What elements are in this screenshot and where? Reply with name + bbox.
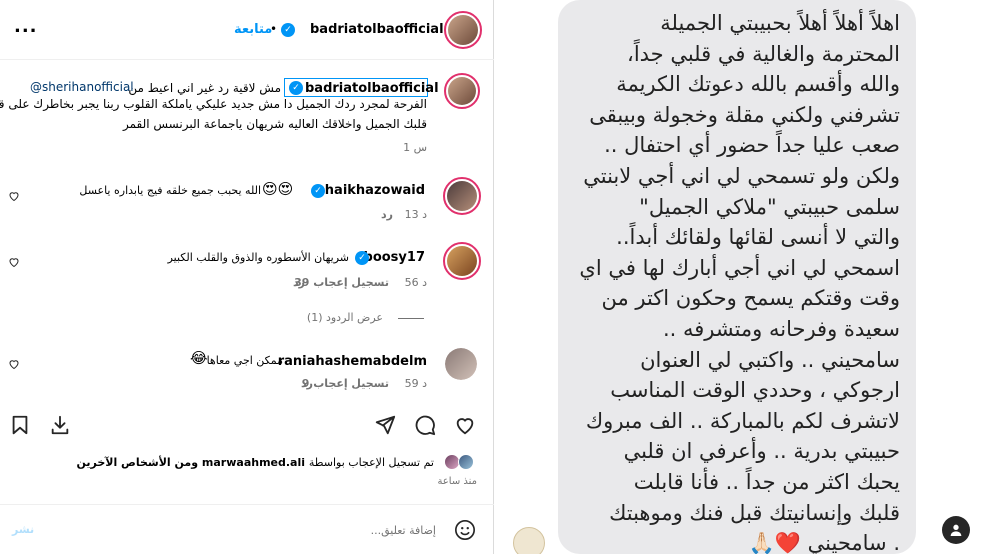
comment-text: شريهان الأسطوره والذوق والقلب الكبير xyxy=(167,251,349,264)
person-icon xyxy=(950,524,962,536)
post-button[interactable]: نشر xyxy=(12,523,34,536)
verified-icon: ✓ xyxy=(355,251,369,265)
likes-summary: تم تسجيل الإعجاب بواسطة marwaahmed.ali و… xyxy=(0,452,494,472)
like-heart-icon[interactable] xyxy=(8,358,20,370)
post-time: منذ ساعة xyxy=(437,476,477,487)
like-heart-icon[interactable] xyxy=(8,256,20,268)
tagged-people-button[interactable] xyxy=(942,516,970,544)
likes-text[interactable]: تم تسجيل الإعجاب بواسطة marwaahmed.ali و… xyxy=(76,456,434,469)
comment-time: 59 د xyxy=(404,377,427,390)
comment-text: ممكن اجي معاها xyxy=(206,354,283,367)
post-media[interactable]: اهلاً أهلاً أهلاً بحبيبتي الجميلة المحتر… xyxy=(495,0,981,554)
likes-prefix: تم تسجيل الإعجاب بواسطة xyxy=(308,456,434,469)
comment-time: 56 د xyxy=(404,276,427,289)
more-options-icon[interactable]: ... xyxy=(14,16,38,37)
share-icon[interactable] xyxy=(374,414,396,436)
liker-username[interactable]: marwaahmed.ali xyxy=(202,456,305,469)
comment-emoji: 😂 xyxy=(190,349,208,367)
reply-button[interactable]: رد xyxy=(293,276,305,289)
author-avatar[interactable] xyxy=(444,11,482,49)
caption-time: 1 س xyxy=(403,141,427,154)
message-bubble: اهلاً أهلاً أهلاً بحبيبتي الجميلة المحتر… xyxy=(558,0,916,554)
verified-icon: ✓ xyxy=(311,184,325,198)
comment-username[interactable]: boosy17 xyxy=(364,250,425,265)
liker-avatar[interactable] xyxy=(458,454,474,470)
comment-avatar[interactable] xyxy=(445,348,477,380)
action-bar xyxy=(0,404,494,448)
reply-button[interactable]: رد xyxy=(381,208,393,221)
comments-panel: badriatolbaofficial ✓ • متابعة ... ✓ bad… xyxy=(0,0,494,554)
comment-username[interactable]: raniahashemabdelm xyxy=(278,354,427,369)
comment-likes[interactable]: 39 تسجيل إعجاب xyxy=(294,276,389,289)
replies-divider xyxy=(398,318,424,319)
like-icon[interactable] xyxy=(454,414,476,436)
bookmark-icon[interactable] xyxy=(9,414,31,436)
comment-input[interactable]: إضافة تعليق... xyxy=(371,524,436,537)
caption-username: badriatolbaofficial xyxy=(305,81,439,96)
like-heart-icon[interactable] xyxy=(8,190,20,202)
follow-button[interactable]: متابعة xyxy=(234,22,272,37)
caption-line-3: قلبك الجميل واخلاقك العاليه شريهان ياجما… xyxy=(122,117,427,131)
comment-likes[interactable]: 9 تسجيل إعجاب xyxy=(302,377,389,390)
comment-composer: إضافة تعليق... نشر xyxy=(0,504,494,554)
caption-line-1: مش لاقية رد غير اني اعيط من xyxy=(128,81,281,95)
watermark-logo xyxy=(513,527,545,554)
caption-username-box[interactable]: ✓ badriatolbaofficial xyxy=(284,78,439,97)
comment-text: الله يحبب جميع خلقه فيج يابداره ياعسل xyxy=(79,184,261,197)
likes-suffix[interactable]: ومن الأشخاص الآخرين xyxy=(76,456,198,469)
comment-avatar[interactable] xyxy=(443,177,481,215)
comment-icon[interactable] xyxy=(414,414,436,436)
reply-button[interactable]: رد xyxy=(301,377,313,390)
comment-avatar[interactable] xyxy=(443,242,481,280)
emoji-icon[interactable] xyxy=(454,519,476,541)
download-icon[interactable] xyxy=(49,414,71,436)
author-username[interactable]: badriatolbaofficial xyxy=(310,22,444,37)
caption-avatar[interactable] xyxy=(444,73,480,109)
message-text: اهلاً أهلاً أهلاً بحبيبتي الجميلة المحتر… xyxy=(579,11,900,554)
comment-time: 13 د xyxy=(404,208,427,221)
verified-icon: ✓ xyxy=(281,23,295,37)
post-header: badriatolbaofficial ✓ • متابعة ... xyxy=(0,0,494,60)
comment-emoji: 😍😍 xyxy=(262,180,294,198)
comment-username[interactable]: shaikhazowaid xyxy=(317,183,425,198)
caption-line-2: الفرحة لمجرد ردك الجميل دا مش جديد عليكي… xyxy=(0,97,427,111)
verified-icon: ✓ xyxy=(289,81,303,95)
view-replies-button[interactable]: عرض الردود (1) xyxy=(307,311,383,324)
caption-mention[interactable]: @sherihanofficial xyxy=(30,80,134,94)
